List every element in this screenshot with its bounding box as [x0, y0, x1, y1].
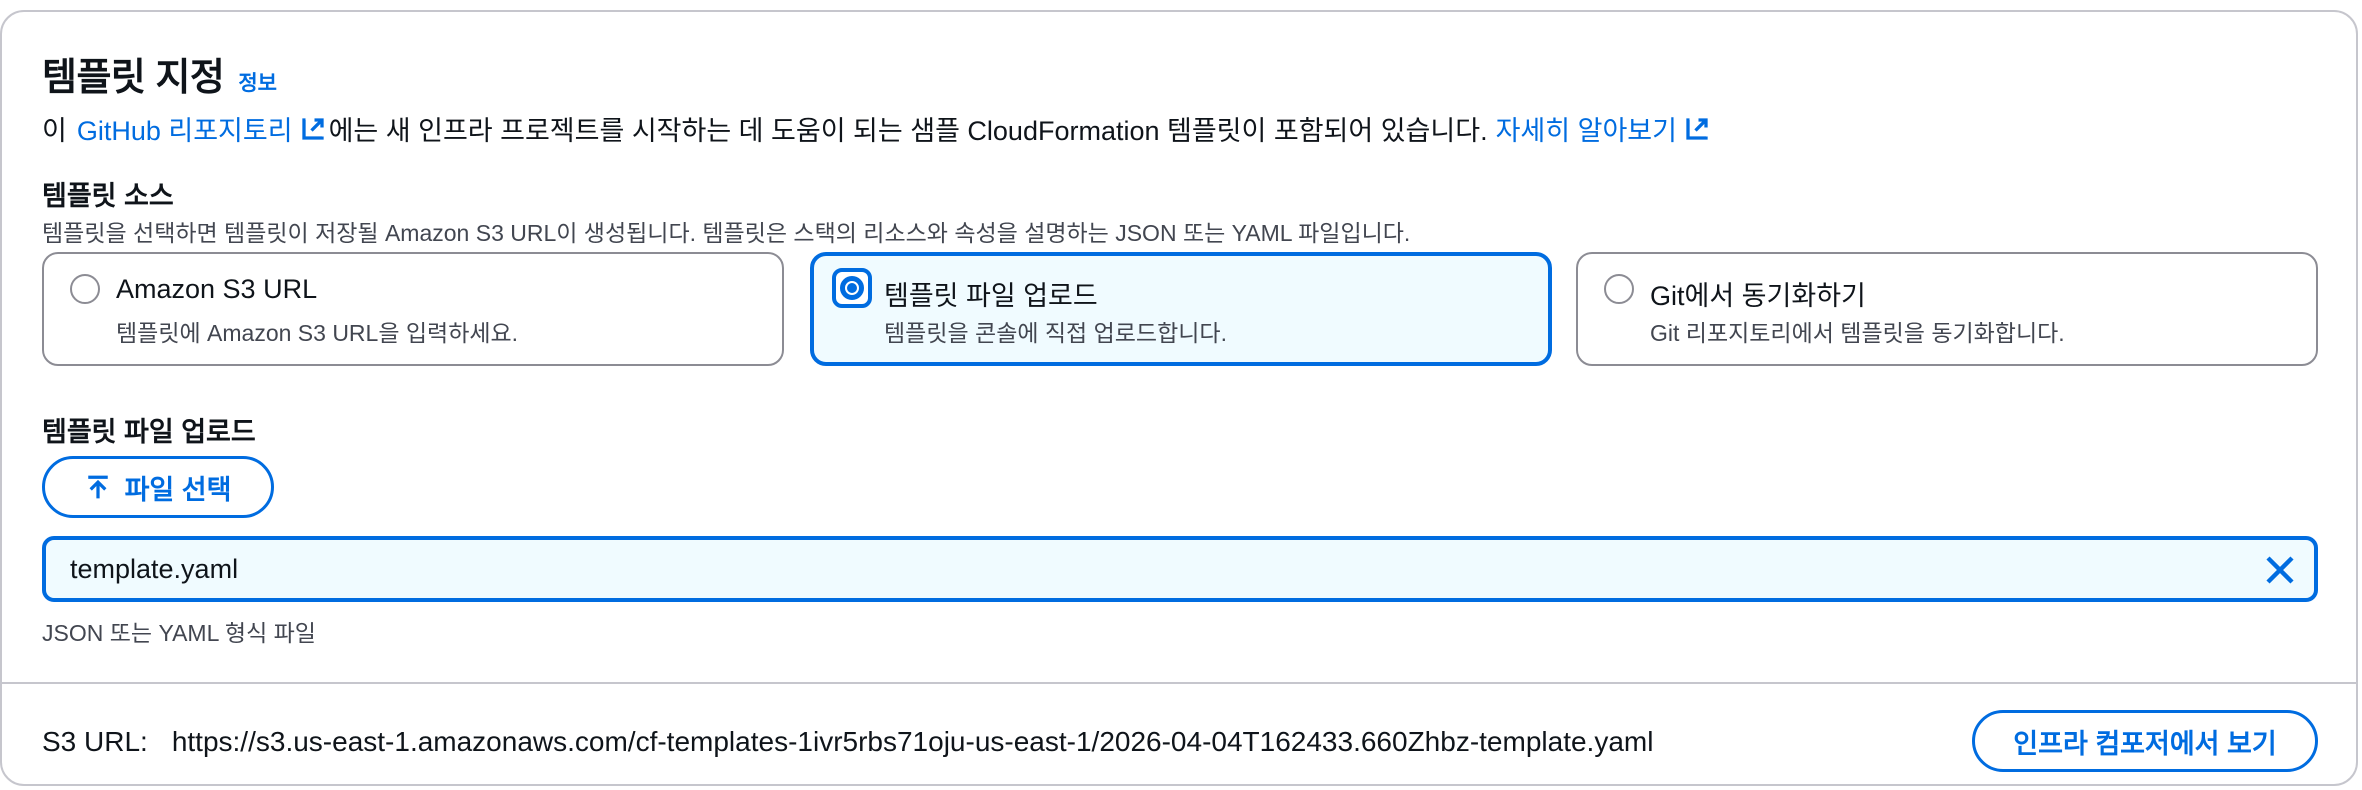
upload-arrow-icon [87, 475, 108, 499]
info-link[interactable]: 정보 [238, 67, 277, 97]
tile-sync-from-git[interactable]: Git에서 동기화하기 Git 리포지토리에서 템플릿을 동기화합니다. [1576, 252, 2318, 366]
s3-url-value: https://s3.us-east-1.amazonaws.com/cf-te… [171, 726, 1654, 757]
tile-amazon-s3-url[interactable]: Amazon S3 URL 템플릿에 Amazon S3 URL을 입력하세요. [42, 252, 784, 366]
github-repo-link[interactable]: GitHub 리포지토리 [77, 109, 329, 148]
section-header: 템플릿 지정 정보 [42, 46, 277, 101]
tile-title: Amazon S3 URL [116, 274, 318, 304]
close-icon[interactable] [2264, 554, 2296, 586]
radio-sync-from-git[interactable] [1604, 274, 1634, 304]
external-link-icon [1686, 117, 1708, 140]
section-title: 템플릿 지정 [42, 57, 225, 99]
learn-more-link-label: 자세히 알아보기 [1495, 116, 1677, 146]
description-prefix: 이 [42, 116, 67, 146]
radio-selected-dot [840, 276, 864, 300]
radio-amazon-s3-url[interactable] [70, 274, 100, 304]
view-in-infrastructure-composer-button[interactable]: 인프라 컴포저에서 보기 [1972, 710, 2318, 772]
s3-url-row: S3 URL: https://s3.us-east-1.amazonaws.co… [42, 726, 1653, 758]
file-token: template.yaml [42, 536, 2318, 602]
s3-url-label: S3 URL: [42, 726, 148, 757]
external-link-icon [301, 117, 324, 140]
upload-label: 템플릿 파일 업로드 [42, 417, 256, 447]
tile-description: 템플릿에 Amazon S3 URL을 입력하세요. [116, 320, 519, 346]
tile-upload-template-file[interactable]: 템플릿 파일 업로드 템플릿을 콘솔에 직접 업로드합니다. [810, 252, 1552, 366]
tile-description: 템플릿을 콘솔에 직접 업로드합니다. [884, 320, 1227, 346]
tile-title: 템플릿 파일 업로드 [884, 281, 1098, 311]
learn-more-link[interactable]: 자세히 알아보기 [1496, 109, 1713, 148]
composer-button-label: 인프라 컴포저에서 보기 [2013, 728, 2277, 759]
tile-description: Git 리포지토리에서 템플릿을 동기화합니다. [1650, 320, 2065, 346]
choose-file-label: 파일 선택 [124, 474, 232, 505]
template-spec-panel: 템플릿 지정 정보 이 GitHub 리포지토리 에는 새 인프라 프로젝트를 … [0, 10, 2358, 786]
section-description: 이 GitHub 리포지토리 에는 새 인프라 프로젝트를 시작하는 데 도움이… [42, 109, 1713, 148]
divider [2, 682, 2356, 684]
radio-upload-template-file[interactable] [832, 268, 872, 308]
choose-file-button[interactable]: 파일 선택 [42, 456, 274, 518]
file-constraint-text: JSON 또는 YAML 형식 파일 [42, 620, 316, 646]
description-middle: 에는 새 인프라 프로젝트를 시작하는 데 도움이 되는 샘플 CloudFor… [328, 116, 1488, 146]
file-name: template.yaml [70, 554, 239, 584]
tile-title: Git에서 동기화하기 [1650, 281, 1866, 311]
github-repo-link-label: GitHub 리포지토리 [76, 116, 293, 146]
template-source-hint: 템플릿을 선택하면 템플릿이 저장될 Amazon S3 URL이 생성됩니다.… [42, 220, 1411, 246]
template-source-label: 템플릿 소스 [42, 181, 174, 211]
